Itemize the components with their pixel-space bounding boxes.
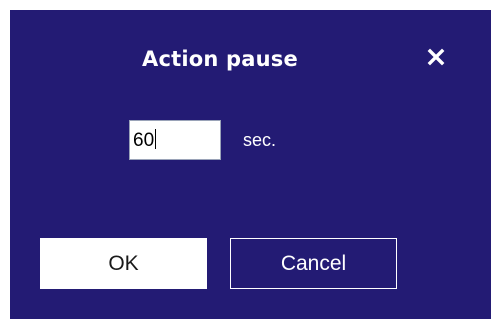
- action-pause-dialog: Action pause 60 sec. OK Cancel: [10, 10, 491, 319]
- text-caret: [155, 129, 157, 149]
- cancel-button[interactable]: Cancel: [230, 238, 397, 289]
- pause-seconds-input[interactable]: 60: [129, 120, 221, 160]
- ok-button[interactable]: OK: [40, 238, 207, 289]
- cancel-button-label: Cancel: [280, 251, 347, 275]
- seconds-unit-label: sec.: [243, 130, 277, 150]
- ok-button-label: OK: [108, 251, 139, 275]
- pause-seconds-value: 60: [133, 130, 155, 151]
- close-icon[interactable]: [422, 43, 450, 71]
- dialog-title: Action pause: [142, 47, 298, 71]
